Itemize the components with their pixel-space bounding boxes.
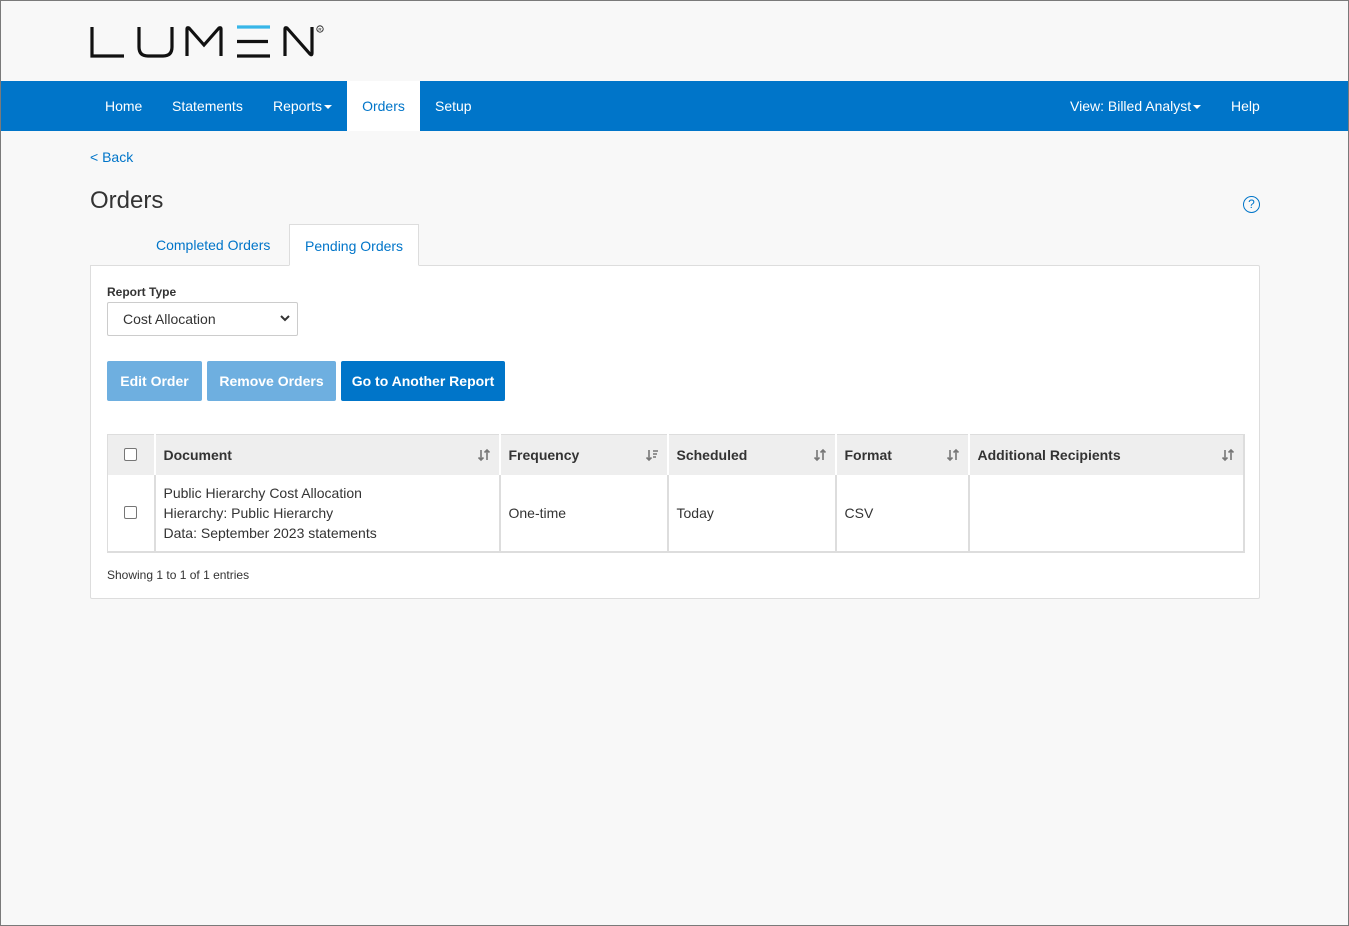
document-data: Data: September 2023 statements	[163, 524, 377, 541]
nav-setup-label: Setup	[435, 98, 472, 114]
remove-orders-button[interactable]: Remove Orders	[207, 361, 336, 401]
column-header-frequency[interactable]: Frequency	[498, 434, 668, 475]
main-nav: Home Statements Reports Orders Setup Vie…	[1, 81, 1348, 131]
report-type-value: Cost Allocation	[123, 311, 216, 327]
nav-setup[interactable]: Setup	[420, 81, 487, 131]
document-cell: Public Hierarchy Cost Allocation Hierarc…	[153, 474, 500, 553]
nav-orders[interactable]: Orders	[347, 81, 420, 131]
edit-order-button[interactable]: Edit Order	[107, 361, 202, 401]
document-hierarchy: Hierarchy: Public Hierarchy	[163, 504, 334, 521]
nav-view-label: View: Billed Analyst	[1070, 98, 1192, 114]
column-header-document-label: Document	[163, 446, 232, 463]
row-checkbox[interactable]	[124, 506, 138, 519]
svg-text:R: R	[318, 27, 322, 32]
column-header-recipients-label: Additional Recipients	[977, 446, 1121, 463]
page-title: Orders	[90, 187, 164, 214]
nav-statements[interactable]: Statements	[157, 81, 258, 131]
report-type-select[interactable]: Cost Allocation	[107, 302, 298, 336]
row-select-cell	[107, 474, 155, 553]
tab-pending-label: Pending Orders	[305, 238, 404, 254]
document-name: Public Hierarchy Cost Allocation	[163, 484, 362, 501]
select-all-checkbox[interactable]	[124, 448, 138, 462]
nav-help[interactable]: Help	[1216, 81, 1275, 131]
column-header-format-label: Format	[844, 446, 892, 463]
back-link[interactable]: < Back	[90, 149, 133, 165]
chevron-down-icon	[280, 315, 290, 322]
report-type-label: Report Type	[107, 285, 177, 299]
sort-descending-icon	[645, 450, 658, 462]
header: R	[1, 1, 1348, 81]
nav-reports-label: Reports	[273, 98, 323, 114]
column-header-format[interactable]: Format	[834, 434, 969, 475]
sort-icon	[946, 448, 959, 462]
entries-info: Showing 1 to 1 of 1 entries	[107, 568, 250, 582]
sort-icon	[813, 448, 826, 462]
tab-pending-orders[interactable]: Pending Orders	[289, 224, 420, 266]
table-header-row: Document Frequency Scheduled Format Addi…	[107, 434, 1245, 475]
nav-reports[interactable]: Reports	[258, 81, 347, 131]
nav-orders-label: Orders	[362, 98, 405, 114]
pending-orders-table: Document Frequency Scheduled Format Addi…	[107, 434, 1245, 553]
select-all-header	[107, 434, 155, 475]
caret-down-icon	[324, 105, 333, 110]
tab-completed-orders[interactable]: Completed Orders	[141, 224, 285, 266]
column-header-scheduled[interactable]: Scheduled	[666, 434, 836, 475]
sort-icon	[477, 448, 490, 462]
go-to-another-report-button[interactable]: Go to Another Report	[341, 361, 505, 401]
pending-orders-panel: Report Type Cost Allocation Edit Order R…	[90, 265, 1260, 599]
recipients-cell	[967, 474, 1245, 553]
nav-home[interactable]: Home	[90, 81, 157, 131]
frequency-cell: One-time	[498, 474, 668, 553]
lumen-logo: R	[90, 23, 330, 63]
column-header-additional-recipients[interactable]: Additional Recipients	[967, 434, 1245, 475]
nav-home-label: Home	[105, 98, 143, 114]
table-row[interactable]: Public Hierarchy Cost Allocation Hierarc…	[107, 474, 1245, 553]
nav-view-role[interactable]: View: Billed Analyst	[1055, 81, 1216, 131]
column-header-document[interactable]: Document	[153, 434, 500, 475]
column-header-scheduled-label: Scheduled	[676, 446, 748, 463]
caret-down-icon	[1193, 105, 1202, 110]
help-icon[interactable]: ?	[1243, 196, 1260, 213]
scheduled-cell: Today	[666, 474, 836, 553]
nav-statements-label: Statements	[172, 98, 243, 114]
format-cell: CSV	[834, 474, 969, 553]
nav-help-label: Help	[1231, 98, 1260, 114]
tab-completed-label: Completed Orders	[156, 237, 271, 253]
column-header-frequency-label: Frequency	[508, 446, 580, 463]
sort-icon	[1221, 448, 1235, 462]
